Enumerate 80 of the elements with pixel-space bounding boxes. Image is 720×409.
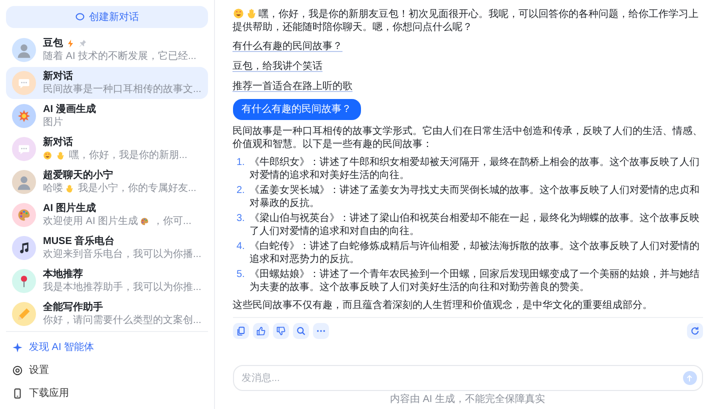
list-item-text: 《田螺姑娘》：讲述了一个青年农民捡到一个田螺，回家后发现田螺变成了一个美丽的姑娘，并与她结为夫妻的故事。这个故事反映了人们对美好生活的向往和对勤劳善良的赞美。: [250, 268, 700, 294]
search-icon: [296, 326, 306, 336]
conversation-item[interactable]: 超爱聊天的小宁 哈喽 我是小宁，你的专属好友...: [6, 166, 208, 198]
chat-bubble-icon: [75, 12, 85, 22]
conversation-title: 本地推荐: [43, 268, 83, 281]
sidebar-link[interactable]: 设置: [6, 359, 208, 382]
conversation-preview: 欢迎来到音乐电台，我可以为你播...: [43, 248, 202, 261]
conversation-item[interactable]: 全能写作助手 你好，请问需要什么类型的文案创...: [6, 298, 208, 330]
list-number: 4.: [236, 240, 246, 254]
palette-icon: [17, 208, 31, 222]
greeting-message: 嘿，你好，我是你的新朋友豆包！初次见面很开心。我呢，可以回答你的各种问题，给你工作学习上提供帮助，还能随时陪你聊天。嗯，你想问点什么呢？: [232, 8, 700, 34]
list-item-text: 《孟姜女哭长城》：讲述了孟姜女为寻找丈夫而哭倒长城的故事。这个故事反映了人们对爱情的忠贞和对暴政的反抗。: [250, 184, 700, 210]
waving-hand-emoji-icon: [65, 184, 74, 193]
chat-bubble-icon: [17, 142, 31, 156]
conversation-preview: 你好，请问需要什么类型的文案创...: [43, 314, 202, 327]
sidebar-link[interactable]: 下载应用: [6, 382, 208, 405]
heart-eyes-emoji-icon: [43, 151, 52, 160]
conversation-item[interactable]: MUSE 音乐电台 欢迎来到音乐电台，我可以为你播...: [6, 232, 208, 264]
settings-icon: [12, 365, 23, 376]
conversation-preview: 嘿，你好，我是你的新朋...: [43, 149, 188, 162]
like-button[interactable]: [252, 323, 268, 339]
thumbs-down-icon: [276, 326, 286, 336]
conversation-title: 全能写作助手: [43, 301, 103, 314]
conversation-preview: 欢迎使用 AI 图片生成 ，你可...: [43, 215, 192, 228]
lightning-icon: [66, 39, 75, 48]
conversation-preview: 图片: [43, 116, 64, 129]
conversation-title: 新对话: [43, 136, 73, 149]
list-item-text: 《梁山伯与祝英台》：讲述了梁山伯和祝英台相爱却不能在一起，最终化为蝴蝶的故事。这个故事反映了人们对爱情的追求和对自由的向往。: [250, 212, 700, 238]
disclaimer-text: 内容由 AI 生成，不能完全保障真实: [388, 394, 546, 406]
waving-hand-emoji-icon: [56, 151, 65, 160]
conversation-title: 豆包: [43, 37, 63, 50]
answer-paragraph: 这些民间故事不仅有趣，而且蕴含着深刻的人生哲理和价值观念，是中华文化的重要组成部分。: [232, 299, 654, 312]
search-button[interactable]: [292, 323, 308, 339]
conversation-preview: 我是本地推荐助手，我可以为你推...: [43, 281, 202, 294]
suggestion-link[interactable]: 有什么有趣的民间故事？: [232, 39, 342, 54]
conversation-preview: 民间故事是一种口耳相传的故事文...: [43, 83, 202, 96]
conversation-item[interactable]: AI 漫画生成 图片: [6, 100, 208, 132]
conversation-title: 新对话: [43, 70, 73, 83]
conversation-item[interactable]: AI 图片生成 欢迎使用 AI 图片生成 ，你可...: [6, 199, 208, 231]
list-number: 3.: [236, 212, 246, 226]
answer-paragraph: 民间故事是一种口耳相传的故事文学形式。它由人们在日常生活中创造和传承，反映了人们的生活、情感、价值观和智慧。以下是一些有趣的民间故事：: [232, 125, 702, 151]
music-note-icon: [17, 241, 31, 255]
waving-hand-emoji-icon: [246, 8, 256, 19]
suggestion-link[interactable]: 豆包，给我讲个笑话: [232, 59, 322, 74]
copy-icon: [236, 326, 246, 336]
sidebar-link[interactable]: 发现 AI 智能体: [6, 336, 208, 359]
pin-icon: [78, 39, 87, 48]
pencil-icon: [17, 307, 31, 321]
thumbs-up-icon: [256, 326, 266, 336]
user-message: 有什么有趣的民间故事？: [232, 99, 360, 120]
regenerate-button[interactable]: [686, 323, 702, 339]
conversation-title: AI 图片生成: [43, 202, 96, 215]
list-item-text: 《白蛇传》：讲述了白蛇修炼成精后与许仙相爱，却被法海拆散的故事。这个故事反映了人们对爱情的追求和对恶势力的反抗。: [250, 240, 700, 266]
list-number: 5.: [236, 268, 246, 282]
conversation-preview: 哈喽 我是小宁，你的专属好友...: [43, 182, 196, 195]
copy-button[interactable]: [232, 323, 248, 339]
suggestion-link[interactable]: 推荐一首适合在路上听的歌: [232, 79, 352, 94]
conversation-item[interactable]: 新对话 民间故事是一种口耳相传的故事文...: [6, 67, 208, 99]
conversation-title: 超爱聊天的小宁: [43, 169, 113, 182]
heart-eyes-emoji-icon: [232, 8, 244, 19]
conversation-item[interactable]: 本地推荐 我是本地推荐助手，我可以为你推...: [6, 265, 208, 297]
palette-emoji-icon: [140, 217, 150, 226]
refresh-icon: [690, 326, 700, 336]
sparkle-icon: [12, 342, 23, 353]
dislike-button[interactable]: [272, 323, 288, 339]
phone-icon: [12, 388, 23, 399]
conversation-title: AI 漫画生成: [43, 103, 96, 116]
conversation-item[interactable]: 豆包 随着 AI 技术的不断发展，它已经...: [6, 34, 208, 66]
burst-icon: [17, 109, 31, 123]
new-chat-button[interactable]: 创建新对话: [6, 6, 208, 28]
conversation-item[interactable]: 新对话 嘿，你好，我是你的新朋...: [6, 133, 208, 165]
chat-bubble-icon: [17, 76, 31, 90]
message-input-field[interactable]: 发消息...: [232, 365, 702, 391]
conversation-title: MUSE 音乐电台: [43, 235, 115, 248]
arrow-up-icon: [685, 374, 694, 382]
conversation-preview: 随着 AI 技术的不断发展，它已经...: [43, 50, 196, 63]
list-number: 2.: [236, 184, 246, 198]
more-button[interactable]: [312, 323, 328, 339]
list-number: 1.: [236, 156, 246, 170]
list-item-text: 《牛郎织女》：讲述了牛郎和织女相爱却被天河隔开，最终在鹊桥上相会的故事。这个故事反映了人们对爱情的追求和对美好生活的向往。: [250, 156, 700, 182]
